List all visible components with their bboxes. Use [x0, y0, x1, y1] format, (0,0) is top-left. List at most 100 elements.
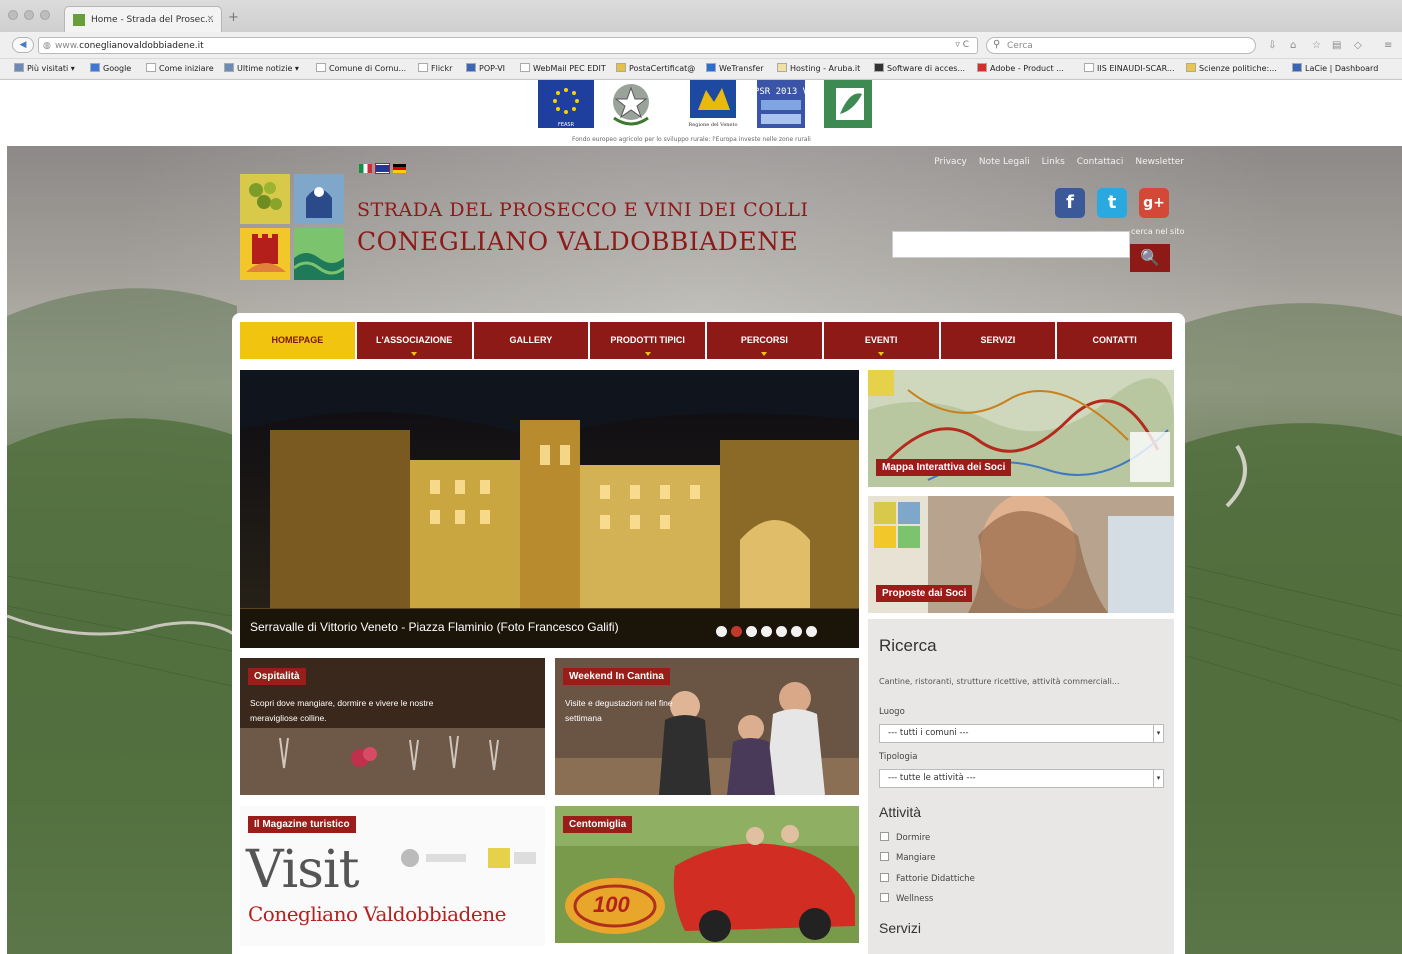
bookmark-item[interactable]: WeTransfer — [706, 63, 764, 73]
hero-slider[interactable] — [240, 370, 859, 648]
bookmark-item[interactable]: Google — [90, 63, 131, 73]
tile-centomiglia[interactable]: Centomiglia 100 — [555, 806, 859, 943]
link-contattaci[interactable]: Contattaci — [1077, 157, 1124, 167]
search-icon: ⚲ — [993, 39, 1001, 50]
tile-weekend[interactable]: Weekend In Cantina Visite e degustazioni… — [555, 658, 859, 795]
tile-ospitalita[interactable]: Ospitalità Scopri dove mangiare, dormire… — [240, 658, 545, 795]
tile-magazine[interactable]: Il Magazine turistico Visit Conegliano V… — [240, 806, 545, 946]
slider-dot[interactable] — [761, 626, 772, 637]
luogo-select[interactable]: --- tutti i comuni --- ▾ — [879, 724, 1164, 743]
download-icon[interactable]: ⇩ — [1268, 40, 1276, 51]
italian-republic-emblem — [608, 80, 654, 128]
bookmark-item[interactable]: Scienze politiche:... — [1186, 63, 1277, 73]
link-privacy[interactable]: Privacy — [934, 157, 967, 167]
slider-dot[interactable] — [776, 626, 787, 637]
dropdown-arrow-icon — [644, 352, 651, 356]
slider-dot[interactable] — [746, 626, 757, 637]
tile-label: Centomiglia — [563, 816, 633, 833]
bookmark-item[interactable]: Come iniziare — [146, 63, 214, 73]
tile-label: Ospitalità — [248, 668, 306, 685]
close-window-button[interactable] — [8, 10, 18, 20]
link-note-legali[interactable]: Note Legali — [979, 157, 1030, 167]
slider-dots — [716, 622, 821, 637]
browser-search-input[interactable]: ⚲ Cerca — [986, 37, 1256, 54]
menu-icon[interactable]: ≡ — [1384, 40, 1392, 51]
nav-contatti[interactable]: CONTATTI — [1057, 322, 1172, 359]
address-bar[interactable]: ◍ www.coneglianovaldobbiadene.it ▿ C — [38, 37, 978, 54]
slider-dot[interactable] — [716, 626, 727, 637]
dropdown-arrow-icon — [761, 352, 768, 356]
tile-label: Mappa Interattiva dei Soci — [876, 459, 1012, 476]
nav-prodotti-tipici[interactable]: PRODOTTI TIPICI — [590, 322, 705, 359]
dropdown-arrow-icon — [411, 352, 418, 356]
bookmark-item[interactable]: Ultime notizie ▾ — [224, 63, 299, 73]
nav-gallery[interactable]: GALLERY — [473, 322, 589, 359]
flag-it-icon[interactable] — [359, 164, 372, 173]
tab-title: Home - Strada del Prosec... — [91, 15, 214, 25]
bookmark-item[interactable]: WebMail PEC EDIT — [520, 63, 606, 73]
bookmark-item[interactable]: PostaCertificat@ — [616, 63, 695, 73]
tab-close-icon[interactable]: × — [206, 14, 214, 24]
facebook-icon[interactable]: f — [1055, 188, 1085, 218]
link-links[interactable]: Links — [1042, 157, 1065, 167]
bookmark-item[interactable]: Hosting - Aruba.it — [777, 63, 860, 73]
tile-label: Il Magazine turistico — [248, 816, 356, 833]
site-search-input[interactable] — [892, 231, 1130, 258]
magazine-visit-text: Visit — [246, 840, 359, 900]
nav-percorsi[interactable]: PERCORSI — [707, 322, 822, 359]
slider-dot[interactable] — [731, 626, 742, 637]
nav-eventi[interactable]: EVENTI — [823, 322, 939, 359]
select-arrow-icon: ▾ — [1153, 725, 1163, 742]
tipologia-select[interactable]: --- tutte le attività --- ▾ — [879, 769, 1164, 788]
bookmark-item[interactable]: Software di acces... — [874, 63, 965, 73]
luogo-value: --- tutti i comuni --- — [888, 728, 969, 738]
nav-homepage[interactable]: HOMEPAGE — [240, 322, 355, 359]
bookmarks-bar: Più visitati ▾ Google Come iniziare Ulti… — [0, 58, 1402, 78]
flag-uk-icon[interactable] — [375, 163, 390, 174]
browser-tab[interactable]: Home - Strada del Prosec... × — [64, 6, 222, 32]
google-plus-icon[interactable]: g+ — [1139, 188, 1169, 218]
checkbox-fattorie-didattiche[interactable]: Fattorie Didattiche — [880, 873, 975, 884]
checkbox-wellness[interactable]: Wellness — [880, 893, 933, 904]
slider-dot[interactable] — [806, 626, 817, 637]
site-title-line2: CONEGLIANO VALDOBBIADENE — [357, 227, 799, 256]
nav-servizi[interactable]: SERVIZI — [940, 322, 1056, 359]
tile-mappa[interactable]: Mappa Interattiva dei Soci — [868, 370, 1174, 487]
site-title: STRADA DEL PROSECCO E VINI DEI COLLI CON… — [357, 199, 809, 256]
flag-de-icon[interactable] — [393, 164, 406, 173]
navigation-toolbar: ◀ ◍ www.coneglianovaldobbiadene.it ▿ C ⚲… — [0, 32, 1402, 58]
bookmarks-menu-icon[interactable]: ▤ — [1332, 40, 1341, 51]
bookmark-item[interactable]: LaCie | Dashboard — [1292, 63, 1378, 73]
tile-proposte[interactable]: Proposte dai Soci — [868, 496, 1174, 613]
slider-dot[interactable] — [791, 626, 802, 637]
twitter-icon[interactable]: t — [1097, 188, 1127, 218]
ricerca-title: Ricerca — [879, 636, 937, 655]
nav-associazione[interactable]: L'ASSOCIAZIONE — [356, 322, 472, 359]
new-tab-button[interactable]: + — [228, 10, 239, 25]
dropdown-arrow-icon — [878, 352, 885, 356]
site-search-button[interactable]: 🔍 — [1130, 244, 1170, 272]
site-logo[interactable] — [240, 174, 345, 280]
minimize-window-button[interactable] — [24, 10, 34, 20]
zoom-window-button[interactable] — [40, 10, 50, 20]
checkbox-dormire[interactable]: Dormire — [880, 832, 930, 843]
link-newsletter[interactable]: Newsletter — [1135, 157, 1184, 167]
bookmark-item[interactable]: POP-VI — [466, 63, 505, 73]
regione-veneto-logo: Regione del Veneto — [684, 80, 742, 128]
bookmark-item[interactable]: Adobe - Product ... — [977, 63, 1064, 73]
checkbox-mangiare[interactable]: Mangiare — [880, 852, 935, 863]
bookmark-item[interactable]: Flickr — [418, 63, 452, 73]
bookmark-star-icon[interactable]: ☆ — [1312, 40, 1321, 51]
back-button[interactable]: ◀ — [12, 37, 34, 53]
servizi-title: Servizi — [879, 920, 922, 936]
bookmark-item[interactable]: IIS EINAUDI-SCAR... — [1084, 63, 1175, 73]
addon-icon[interactable]: ◇ — [1354, 40, 1362, 51]
centomiglia-badge: 100 — [593, 892, 630, 917]
bookmark-item[interactable]: Comune di Cornu... — [316, 63, 406, 73]
psr-veneto-logo: 2007 PSR 2013 VENETO — [727, 80, 835, 128]
home-icon[interactable]: ⌂ — [1290, 40, 1296, 51]
reload-icon[interactable]: ▿ C — [955, 40, 969, 50]
svg-text:Regione del Veneto: Regione del Veneto — [689, 122, 738, 128]
bookmark-item[interactable]: Più visitati ▾ — [14, 63, 75, 73]
main-nav: HOMEPAGE L'ASSOCIAZIONE GALLERY PRODOTTI… — [240, 322, 1172, 359]
